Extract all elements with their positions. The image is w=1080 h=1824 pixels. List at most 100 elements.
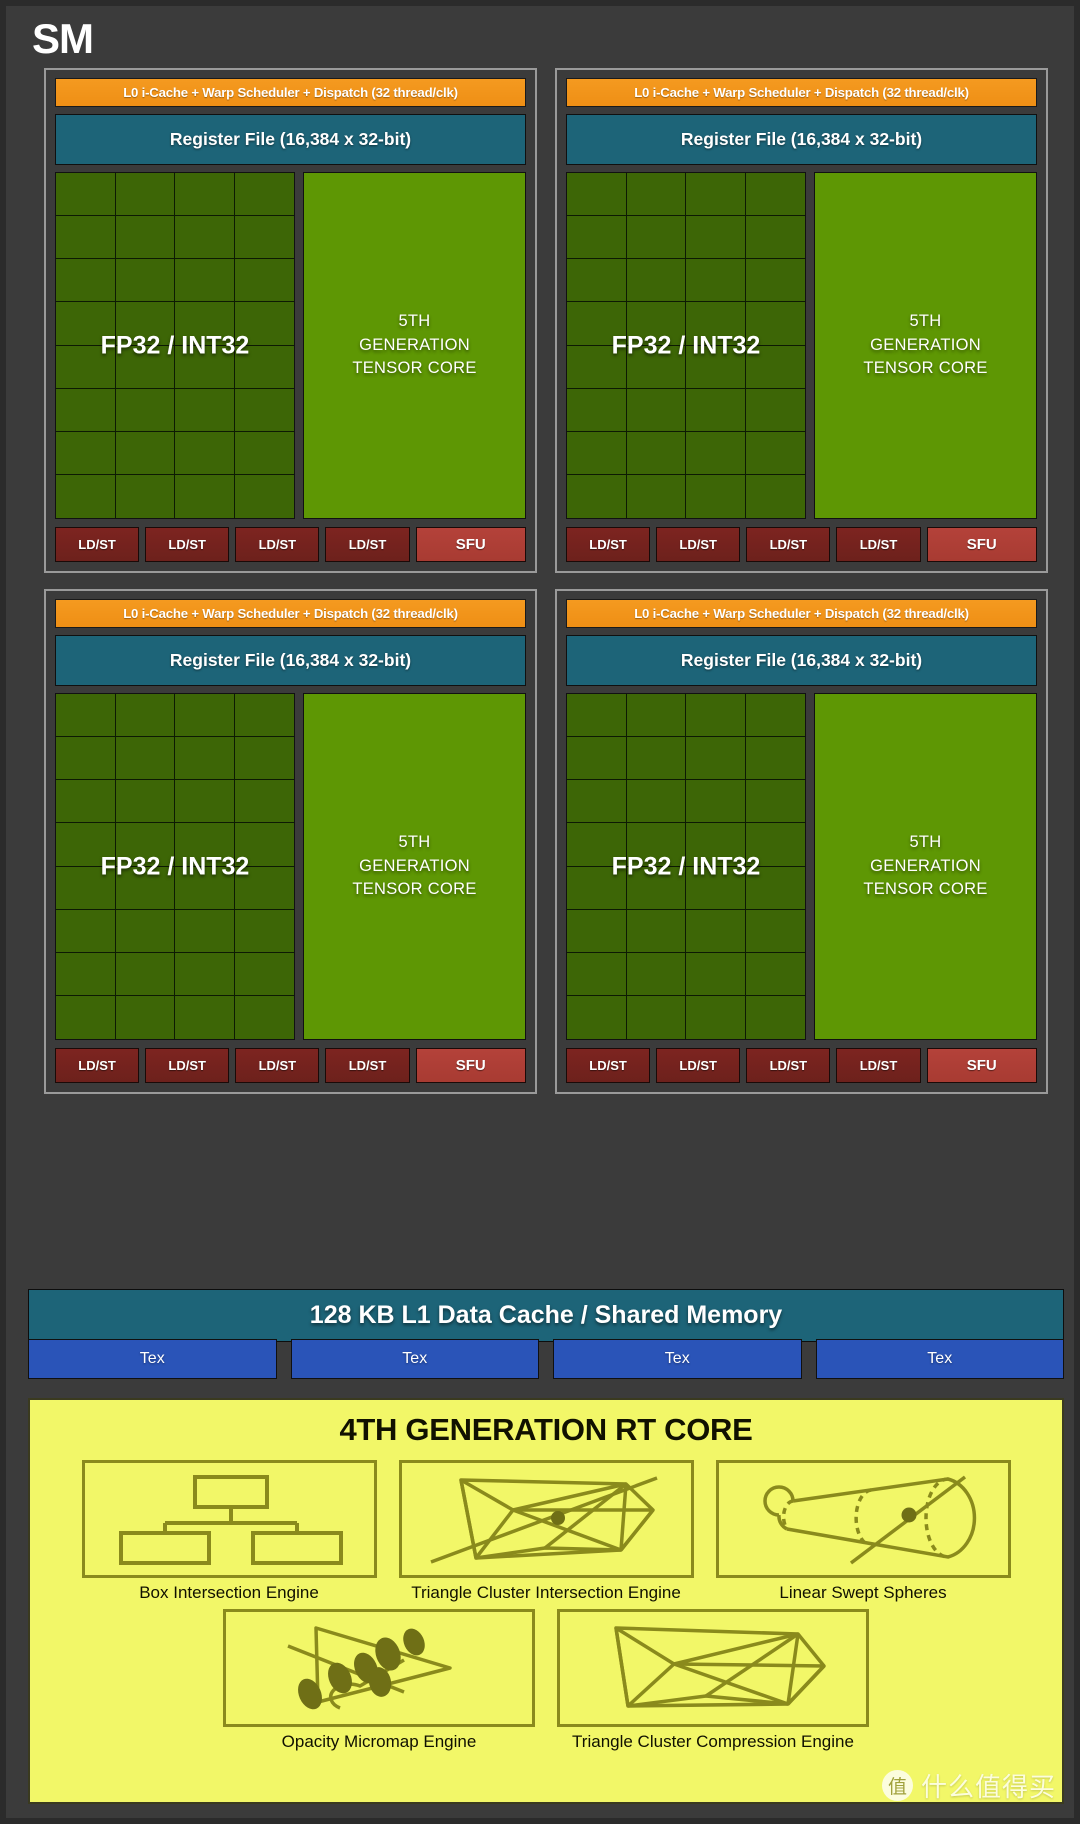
rt-engine-label: Linear Swept Spheres [779, 1583, 947, 1602]
fp32-int32-cell [567, 995, 627, 1039]
fp32-int32-cell [686, 866, 746, 910]
l1-data-cache-bar: 128 KB L1 Data Cache / Shared Memory [28, 1289, 1064, 1342]
fp32-int32-grid: FP32 / INT32 [55, 172, 295, 519]
tex-units-row: Tex Tex Tex Tex [28, 1339, 1064, 1379]
fp32-int32-cell [234, 694, 294, 738]
rt-engine-label: Triangle Cluster Compression Engine [572, 1732, 854, 1751]
fp32-int32-cell [745, 173, 805, 217]
rt-engines-row-2: Opacity Micromap Engine Triangle Cluster… [48, 1609, 1044, 1752]
fp32-int32-cell [56, 259, 116, 303]
fp32-int32-cell [626, 173, 686, 217]
fp32-int32-cell [115, 431, 175, 475]
fp32-int32-cell [175, 780, 235, 824]
rt-core-section: 4TH GENERATION RT CORE Box Intersection … [28, 1398, 1064, 1804]
sfu-unit: SFU [926, 527, 1037, 562]
fp32-int32-cell [56, 173, 116, 217]
ldst-unit: LD/ST [55, 527, 140, 562]
ldst-unit: LD/ST [145, 527, 230, 562]
rt-engines-row-1: Box Intersection Engine Triangle Cluster… [48, 1460, 1044, 1603]
fp32-int32-cell [175, 431, 235, 475]
fp32-int32-cell [234, 216, 294, 260]
core-area: FP32 / INT32 5TH GENERATION TENSOR CORE [566, 172, 1037, 519]
fp32-int32-cell [745, 216, 805, 260]
tensor-core-label: 5TH GENERATION TENSOR CORE [863, 311, 988, 378]
tensor-core: 5TH GENERATION TENSOR CORE [814, 693, 1037, 1040]
ldst-unit: LD/ST [325, 1048, 410, 1083]
core-area: FP32 / INT32 5TH GENERATION TENSOR CORE [55, 172, 526, 519]
rt-engine-opacity-micromap: Opacity Micromap Engine [223, 1609, 535, 1752]
register-file-bar: Register File (16,384 x 32-bit) [566, 114, 1037, 165]
ldst-unit: LD/ST [566, 1048, 651, 1083]
fp32-int32-cell [686, 909, 746, 953]
fp32-int32-cell [234, 823, 294, 867]
fp32-int32-cell [745, 780, 805, 824]
fp32-int32-cell [175, 694, 235, 738]
rt-engine-linear-swept-spheres: Linear Swept Spheres [715, 1460, 1011, 1603]
fp32-int32-cell [567, 737, 627, 781]
processing-block: L0 i-Cache + Warp Scheduler + Dispatch (… [44, 68, 537, 573]
fp32-int32-cell [686, 302, 746, 346]
warp-scheduler-bar: L0 i-Cache + Warp Scheduler + Dispatch (… [566, 599, 1037, 628]
fp32-int32-cell [745, 995, 805, 1039]
register-file-bar: Register File (16,384 x 32-bit) [55, 114, 526, 165]
ldst-unit: LD/ST [235, 527, 320, 562]
fp32-int32-cell [115, 259, 175, 303]
fp32-int32-cell [115, 302, 175, 346]
fp32-int32-cell [175, 302, 235, 346]
fp32-int32-cell [115, 173, 175, 217]
fp32-int32-cell [175, 259, 235, 303]
ldst-sfu-row: LD/ST LD/ST LD/ST LD/ST SFU [566, 527, 1037, 562]
fp32-int32-cell [175, 866, 235, 910]
fp32-int32-cell [115, 952, 175, 996]
tensor-core-label: 5TH GENERATION TENSOR CORE [352, 832, 477, 899]
fp32-int32-cell [626, 388, 686, 432]
fp32-int32-cell [115, 345, 175, 389]
fp32-int32-cell [745, 474, 805, 518]
fp32-int32-cell [115, 216, 175, 260]
fp32-int32-cell [626, 823, 686, 867]
fp32-int32-cell [56, 345, 116, 389]
fp32-int32-cell [115, 388, 175, 432]
warp-scheduler-bar: L0 i-Cache + Warp Scheduler + Dispatch (… [55, 78, 526, 107]
box-intersection-icon-frame [81, 1460, 377, 1578]
tensor-core: 5TH GENERATION TENSOR CORE [303, 693, 526, 1040]
fp32-int32-cell [686, 952, 746, 996]
fp32-int32-cell [115, 995, 175, 1039]
fp32-int32-cell [56, 952, 116, 996]
fp32-int32-cell [626, 737, 686, 781]
fp32-int32-cell [567, 259, 627, 303]
fp32-int32-cell [234, 259, 294, 303]
fp32-int32-cell [745, 823, 805, 867]
fp32-int32-cell [56, 474, 116, 518]
core-area: FP32 / INT32 5TH GENERATION TENSOR CORE [566, 693, 1037, 1040]
sfu-unit: SFU [415, 527, 526, 562]
fp32-int32-cell [175, 823, 235, 867]
fp32-int32-cell [745, 388, 805, 432]
fp32-int32-cell [175, 345, 235, 389]
fp32-int32-cell [686, 388, 746, 432]
fp32-int32-cell [115, 474, 175, 518]
rt-engine-label: Triangle Cluster Intersection Engine [411, 1583, 681, 1602]
fp32-int32-cell [745, 345, 805, 389]
fp32-int32-cell [175, 995, 235, 1039]
rt-core-title: 4TH GENERATION RT CORE [339, 1412, 753, 1447]
ldst-unit: LD/ST [145, 1048, 230, 1083]
fp32-int32-cell [56, 302, 116, 346]
tex-unit: Tex [815, 1339, 1064, 1379]
fp32-int32-cell [686, 737, 746, 781]
fp32-int32-cell [115, 694, 175, 738]
processing-block: L0 i-Cache + Warp Scheduler + Dispatch (… [555, 68, 1048, 573]
ldst-unit: LD/ST [656, 527, 741, 562]
fp32-int32-cell [567, 909, 627, 953]
watermark: 值 什么值得买 [881, 1767, 1056, 1804]
rt-engine-triangle-cluster-compression: Triangle Cluster Compression Engine [557, 1609, 869, 1752]
fp32-int32-cell [686, 823, 746, 867]
fp32-int32-cell [745, 737, 805, 781]
fp32-int32-cell [626, 780, 686, 824]
fp32-int32-cell [567, 388, 627, 432]
triangle-cluster-intersection-icon-frame [398, 1460, 694, 1578]
hierarchy-boxes-icon [119, 1475, 343, 1565]
fp32-int32-cell [626, 694, 686, 738]
fp32-int32-cell [745, 952, 805, 996]
ldst-unit: LD/ST [746, 1048, 831, 1083]
